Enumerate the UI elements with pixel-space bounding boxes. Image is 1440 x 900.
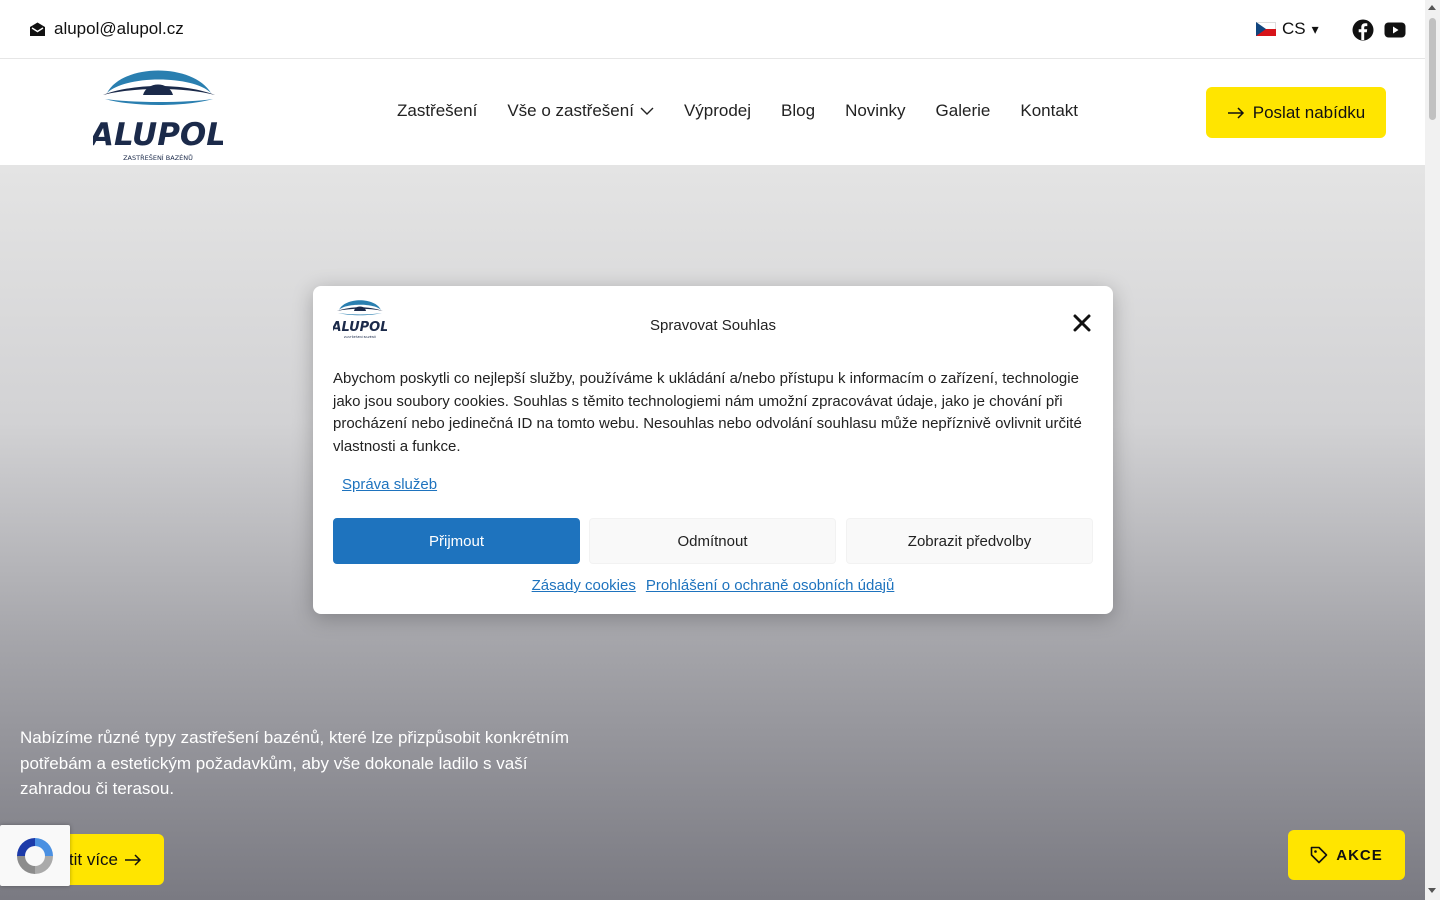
cookie-consent-modal: ALUPOL ZASTŘEŠENÍ BAZÉNŮ Spravovat Souhl…: [313, 286, 1113, 614]
logo-text: ALUPOL: [93, 117, 223, 153]
modal-footer-links: Zásady cookies Prohlášení o ochraně osob…: [313, 577, 1113, 594]
nav-item-kontakt[interactable]: Kontakt: [1020, 101, 1078, 121]
language-caret: ▾: [1311, 20, 1319, 37]
tag-icon: [1310, 846, 1328, 864]
scroll-down-arrow[interactable]: [1428, 888, 1436, 893]
language-switcher[interactable]: CS ▾: [1256, 19, 1319, 39]
scrollbar-thumb[interactable]: [1429, 18, 1436, 120]
nav-item-zastreseni[interactable]: Zastřešení: [397, 101, 477, 121]
accept-button[interactable]: Přijmout: [333, 518, 580, 564]
recaptcha-badge[interactable]: [0, 825, 70, 886]
nav-item-vse-o-zastreseni[interactable]: Vše o zastřešení: [507, 101, 654, 121]
view-preferences-button[interactable]: Zobrazit předvolby: [846, 518, 1093, 564]
chevron-down-icon: [640, 107, 654, 115]
modal-title: Spravovat Souhlas: [650, 317, 776, 334]
email-link[interactable]: alupol@alupol.cz: [29, 19, 184, 39]
akce-label: AKCE: [1336, 846, 1383, 864]
recaptcha-icon: [17, 837, 53, 874]
modal-body: Abychom poskytli co nejlepší služby, pou…: [333, 370, 1082, 455]
manage-services-link[interactable]: Správa služeb: [342, 476, 437, 493]
cookie-policy-link[interactable]: Zásady cookies: [532, 577, 636, 594]
arrow-right-icon: [1227, 106, 1244, 119]
send-offer-button[interactable]: Poslat nabídku: [1206, 87, 1386, 138]
facebook-icon[interactable]: [1352, 19, 1374, 41]
top-bar: alupol@alupol.cz CS ▾: [0, 0, 1425, 59]
nav-item-label: Vše o zastřešení: [507, 101, 634, 120]
hero-text: Nabízíme různé typy zastřešení bazénů, k…: [20, 728, 569, 798]
akce-button[interactable]: AKCE: [1288, 830, 1405, 880]
nav-item-novinky[interactable]: Novinky: [845, 101, 905, 121]
nav-item-vyprodej[interactable]: Výprodej: [684, 101, 751, 121]
youtube-icon[interactable]: [1384, 19, 1406, 41]
logo-subtext: ZASTŘEŠENÍ BAZÉNŮ: [123, 153, 193, 162]
modal-logo-subtext: ZASTŘEŠENÍ BAZÉNŮ: [344, 334, 376, 339]
main-header: ALUPOL ZASTŘEŠENÍ BAZÉNŮ Zastřešení Vše …: [0, 59, 1425, 165]
read-more-label: tit více: [68, 849, 118, 869]
envelope-icon: [30, 22, 45, 36]
alupol-logo[interactable]: ALUPOL ZASTŘEŠENÍ BAZÉNŮ: [93, 65, 223, 165]
nav-item-galerie[interactable]: Galerie: [936, 101, 991, 121]
deny-button[interactable]: Odmítnout: [589, 518, 836, 564]
close-icon[interactable]: [1073, 314, 1091, 332]
send-offer-label: Poslat nabídku: [1252, 102, 1366, 122]
read-more-button[interactable]: tit více: [58, 834, 164, 885]
scroll-up-arrow[interactable]: [1428, 5, 1436, 10]
language-code: CS: [1282, 19, 1306, 38]
czech-flag-icon: [1256, 22, 1276, 36]
arrow-right-icon: [125, 853, 142, 866]
page-scrollbar[interactable]: [1425, 0, 1440, 900]
main-nav: Zastřešení Vše o zastřešení Výprodej Blo…: [397, 101, 1078, 121]
privacy-statement-link[interactable]: Prohlášení o ochraně osobních údajů: [646, 577, 895, 594]
email-text: alupol@alupol.cz: [54, 19, 184, 38]
nav-item-blog[interactable]: Blog: [781, 101, 815, 121]
